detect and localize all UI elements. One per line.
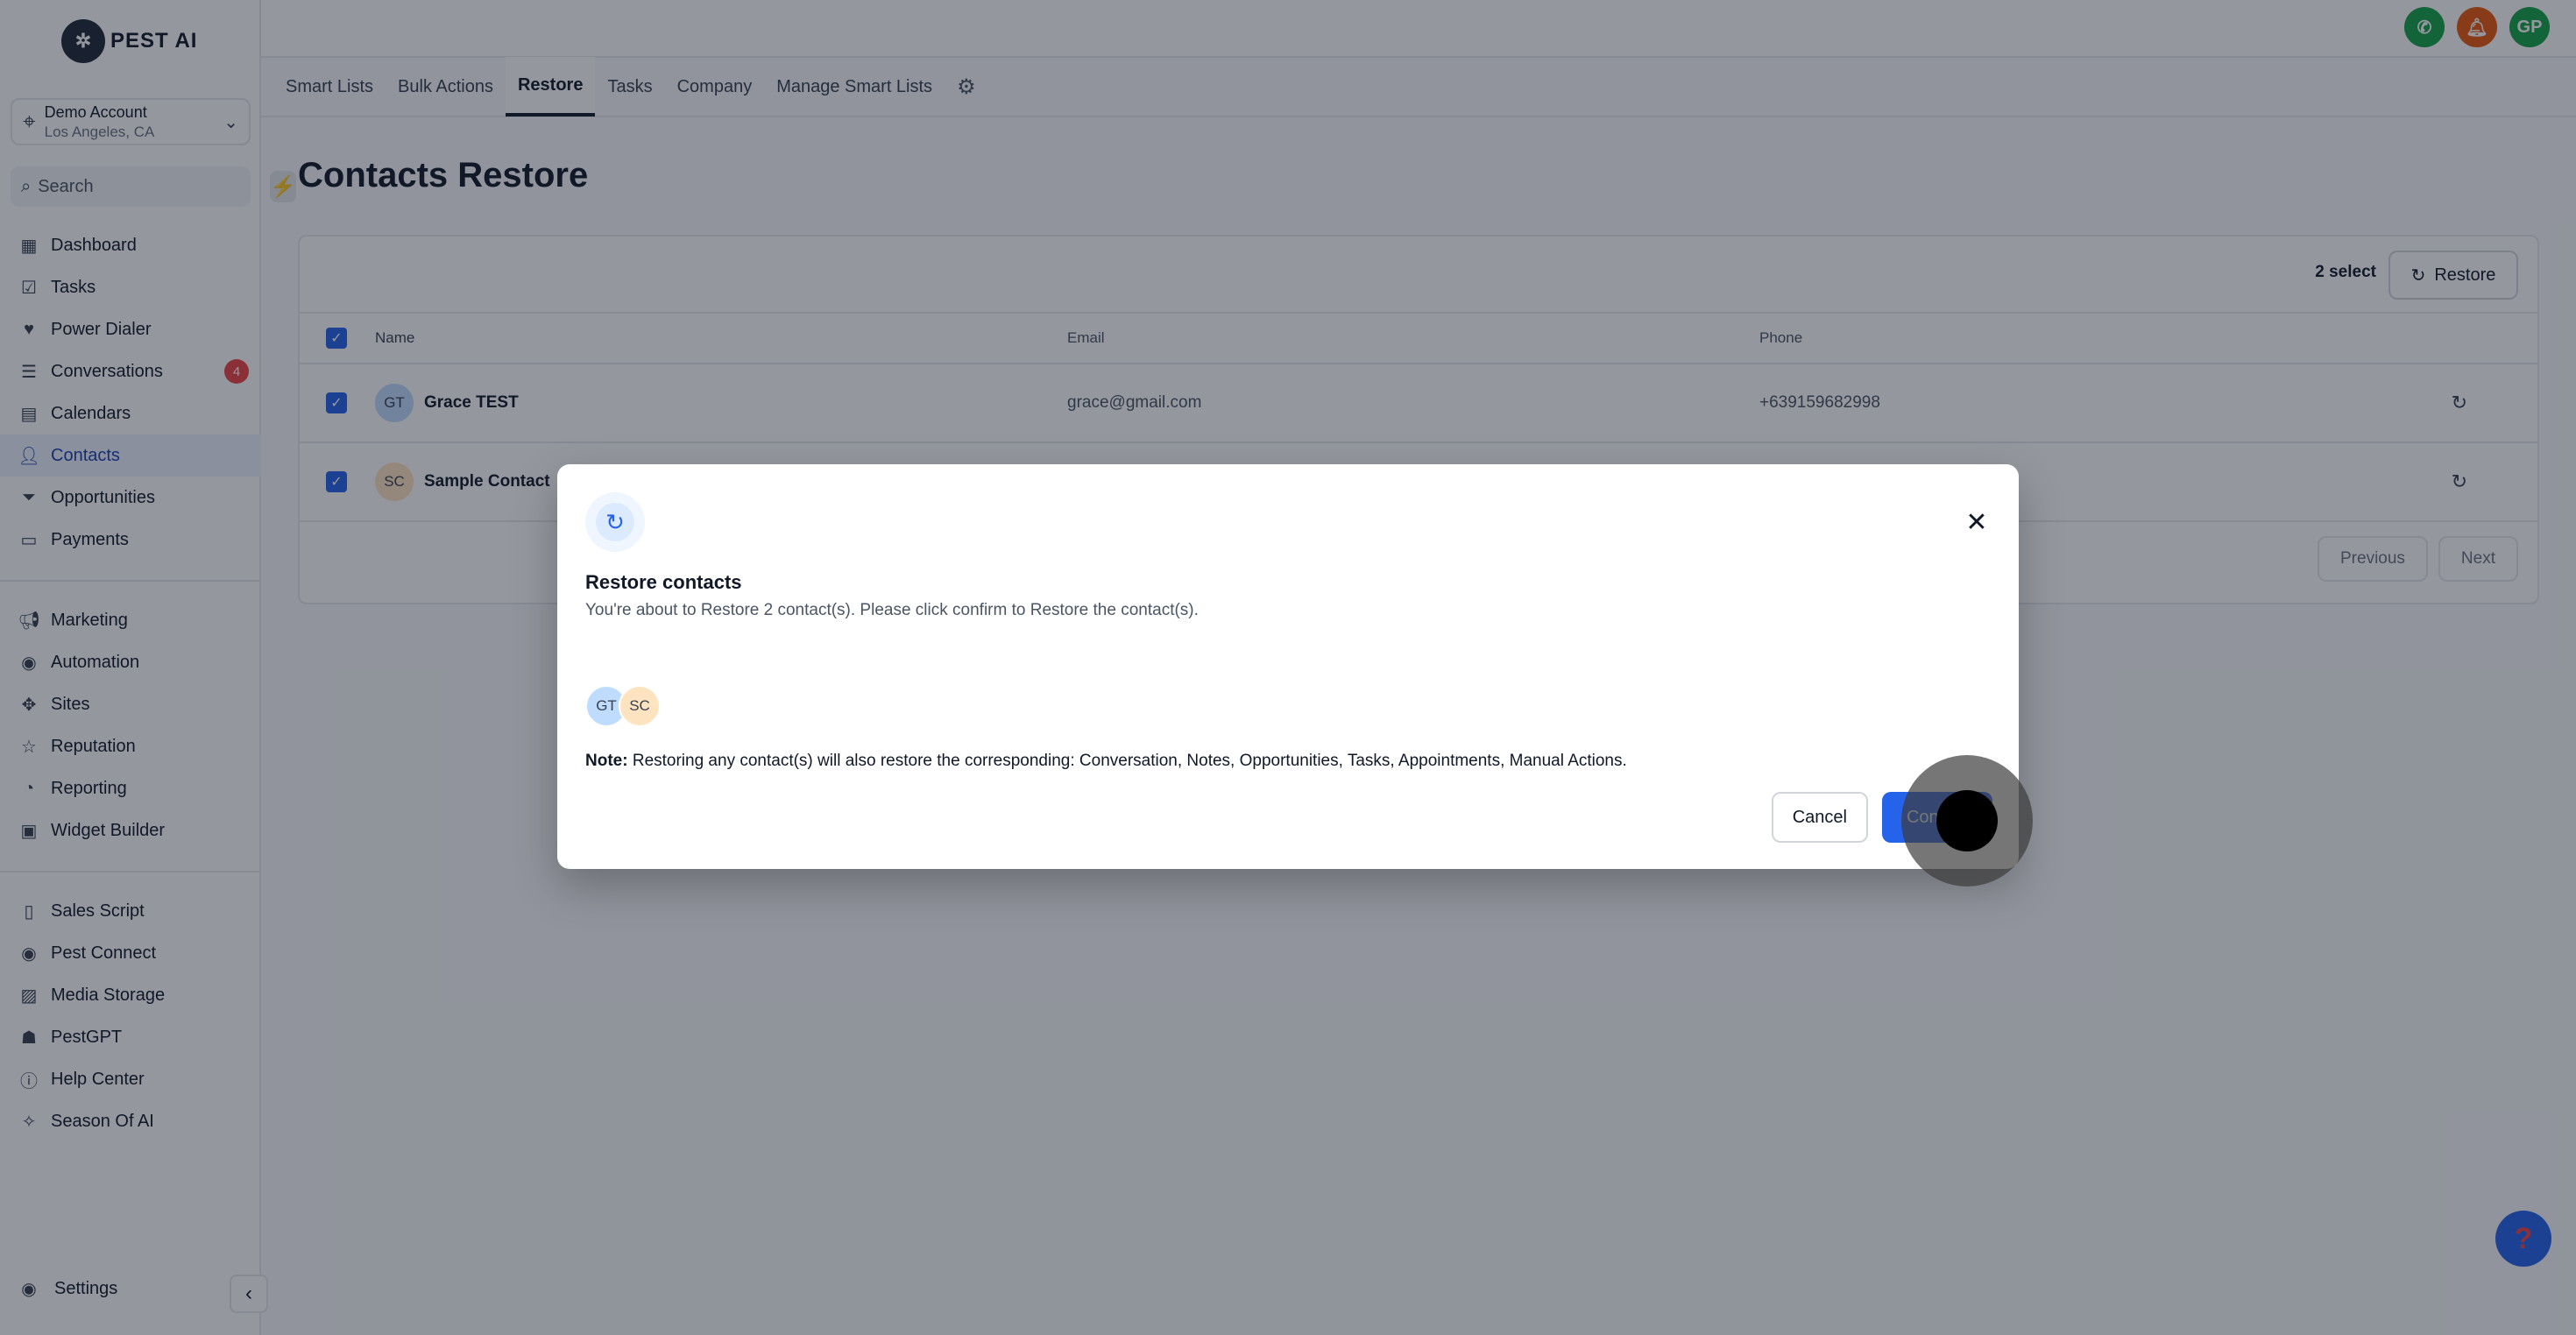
dialog-note: Note: Restoring any contact(s) will also… <box>585 752 1627 771</box>
restore-icon: ↻ <box>596 503 634 541</box>
dialog-title: Restore contacts <box>585 571 742 593</box>
note-label: Note: <box>585 752 628 770</box>
cancel-button[interactable]: Cancel <box>1771 792 1868 843</box>
selected-contacts-avatars: GT SC <box>585 685 661 727</box>
cursor-pointer <box>1936 790 1998 851</box>
close-icon[interactable]: ✕ <box>1961 506 1992 538</box>
dialog-description: You're about to Restore 2 contact(s). Pl… <box>585 601 1199 619</box>
restore-contacts-dialog: ↻ ✕ Restore contacts You're about to Res… <box>557 464 2019 869</box>
dialog-icon-badge: ↻ <box>585 492 645 552</box>
avatar: SC <box>619 685 661 727</box>
note-text: Restoring any contact(s) will also resto… <box>627 752 1627 770</box>
